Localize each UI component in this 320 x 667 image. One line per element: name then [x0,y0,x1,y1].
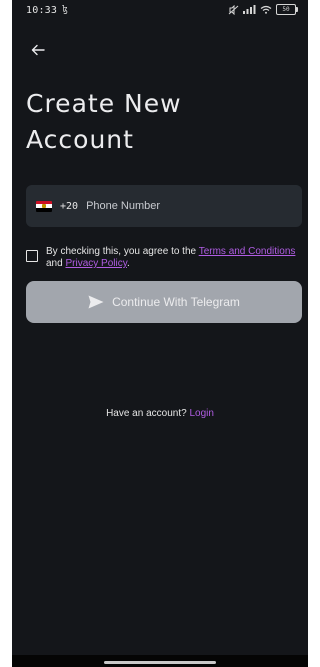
app-screen: 10:33 ɮ 50 Create New Account +20 Phone … [12,0,308,667]
telegram-button-label: Continue With Telegram [112,295,240,309]
page-title: Create New Account [26,89,182,154]
continue-with-telegram-button[interactable]: Continue With Telegram [26,281,302,323]
terms-prefix: By checking this, you agree to the [46,246,199,257]
terms-checkbox[interactable] [26,250,38,262]
notification-icon: ɮ [62,5,68,15]
status-time: 10:33 [26,5,58,16]
status-icons: 50 [228,4,298,15]
privacy-policy-link[interactable]: Privacy Policy [65,258,127,269]
arrow-left-icon [31,44,45,56]
home-indicator[interactable] [104,661,216,664]
navigation-bar [12,655,308,667]
login-link[interactable]: Login [189,408,213,419]
back-button[interactable] [26,38,50,62]
login-prompt-text: Have an account? [106,408,190,419]
phone-number-input[interactable] [86,185,302,227]
mute-icon [228,4,239,15]
terms-suffix: . [126,258,130,269]
terms-and-conditions-link[interactable]: Terms and Conditions [199,246,296,257]
terms-agreement: By checking this, you agree to the Terms… [26,246,302,270]
battery-icon: 50 [276,4,298,15]
signal-icon [243,5,256,14]
phone-number-field[interactable]: +20 [26,185,302,227]
login-prompt: Have an account? Login [12,408,308,419]
status-bar: 10:33 ɮ 50 [12,0,308,22]
wifi-icon [260,5,272,14]
send-icon [88,295,104,309]
egypt-flag-icon[interactable] [36,200,52,212]
terms-middle: and [46,258,66,269]
terms-text: By checking this, you agree to the Terms… [46,246,302,270]
country-dial-code[interactable]: +20 [60,201,78,212]
